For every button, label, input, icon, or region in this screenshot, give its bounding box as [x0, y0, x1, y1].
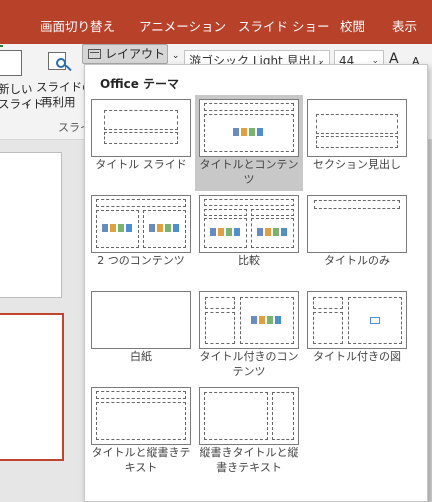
- content-icons: [257, 228, 289, 237]
- new-slide-icon[interactable]: [0, 45, 22, 76]
- layout-title-slide[interactable]: タイトル スライド: [87, 95, 195, 191]
- layout-caption: タイトル付きの図: [313, 350, 401, 363]
- layout-thumbnail: [199, 387, 299, 445]
- layout-vertical-title-and-text[interactable]: 縦書きタイトルと縦書きテキスト: [195, 383, 303, 479]
- tab-view[interactable]: 表示: [392, 16, 417, 35]
- tab-animations[interactable]: アニメーション: [139, 16, 226, 35]
- layout-title-and-vertical-text[interactable]: タイトルと縦書きテキスト: [87, 383, 195, 479]
- slide-canvas-edge: [428, 140, 432, 502]
- slide-thumbnail[interactable]: [0, 152, 62, 298]
- layout-gallery: Office テーマ タイトル スライド タイトルとコンテンツ セクション見出し: [84, 64, 428, 502]
- content-icons: [210, 228, 242, 237]
- tab-review[interactable]: 校閲: [340, 16, 365, 35]
- reuse-slides-icon[interactable]: [46, 50, 74, 76]
- layout-caption: タイトル スライド: [95, 158, 187, 171]
- layout-caption: タイトルのみ: [324, 254, 390, 267]
- content-icons: [149, 224, 181, 233]
- ribbon-tab-bar: 画面切り替え アニメーション スライド ショー 校閲 表示: [0, 0, 432, 44]
- layout-caption: 白紙: [130, 350, 152, 363]
- layout-thumbnail: [199, 195, 299, 253]
- layout-caption: 2 つのコンテンツ: [97, 254, 185, 267]
- layout-thumbnail: [91, 387, 191, 445]
- slide-thumbnail-current[interactable]: [0, 313, 64, 461]
- chevron-down-icon: ⌄: [171, 51, 180, 61]
- layout-caption: タイトルと縦書きテキスト: [91, 446, 191, 474]
- layout-picture-with-caption[interactable]: タイトル付きの図: [303, 287, 411, 383]
- layout-comparison[interactable]: 比較: [195, 191, 303, 287]
- layout-blank[interactable]: 白紙: [87, 287, 195, 383]
- gallery-title: Office テーマ: [100, 77, 180, 91]
- layout-title-only[interactable]: タイトルのみ: [303, 191, 411, 287]
- content-icons: [102, 224, 134, 233]
- layout-thumbnail: [91, 99, 191, 157]
- content-icons: [251, 316, 283, 325]
- layout-thumbnail: [91, 195, 191, 253]
- tab-transitions[interactable]: 画面切り替え: [40, 16, 115, 35]
- layout-content-with-caption[interactable]: タイトル付きのコンテンツ: [195, 287, 303, 383]
- tab-slideshow[interactable]: スライド ショー: [238, 16, 329, 35]
- layout-thumbnail: [91, 291, 191, 349]
- chevron-down-icon[interactable]: ⌄: [24, 97, 32, 112]
- layout-caption: セクション見出し: [313, 158, 401, 171]
- layout-title-and-content[interactable]: タイトルとコンテンツ: [195, 95, 303, 191]
- layout-thumbnail: [307, 99, 407, 157]
- layout-two-content[interactable]: 2 つのコンテンツ: [87, 191, 195, 287]
- layout-caption: タイトル付きのコンテンツ: [199, 350, 299, 378]
- layout-caption: 縦書きタイトルと縦書きテキスト: [199, 446, 299, 474]
- reuse-slides-label-line2[interactable]: 再利用: [41, 95, 76, 110]
- new-slide-label-line2[interactable]: スライド: [0, 97, 44, 112]
- layout-section-header[interactable]: セクション見出し: [303, 95, 411, 191]
- layout-button-label: レイアウト: [105, 47, 166, 61]
- picture-placeholder-icon: [370, 317, 380, 324]
- layout-button[interactable]: レイアウト ⌄: [82, 44, 179, 64]
- layout-caption: タイトルとコンテンツ: [199, 158, 299, 186]
- layout-thumbnail: [307, 195, 407, 253]
- layout-thumbnail: [307, 291, 407, 349]
- layout-thumbnail: [199, 99, 299, 157]
- layout-icon: [88, 49, 101, 59]
- layout-thumbnail: [199, 291, 299, 349]
- layout-caption: 比較: [238, 254, 260, 267]
- new-slide-label-line1[interactable]: 新しい: [0, 82, 33, 97]
- content-icons: [233, 128, 265, 137]
